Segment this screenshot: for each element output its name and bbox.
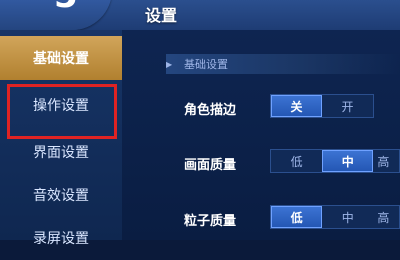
option-low[interactable]: 低 [271, 150, 323, 172]
highlight-box [7, 84, 117, 139]
option-low[interactable]: 低 [271, 206, 323, 228]
back-button[interactable]: 5 [0, 0, 112, 30]
sidebar-item-label: 界面设置 [33, 145, 89, 161]
option-off[interactable]: 关 [271, 95, 323, 117]
top-bar: 5 设置 [0, 0, 400, 30]
sidebar-item-label: 基础设置 [33, 51, 89, 67]
toggle-outline: 关 开 [270, 94, 374, 118]
selector-graphics-quality: 低 中 高 [270, 149, 400, 173]
section-title: 基础设置 [184, 58, 228, 71]
page-title: 设置 [145, 6, 178, 25]
sidebar-item-basic-settings[interactable]: 基础设置 [0, 36, 122, 80]
sidebar-item-label: 录屏设置 [33, 231, 89, 247]
section-marker-icon: ▶ [166, 60, 173, 69]
setting-label-graphics-quality: 画面质量 [184, 158, 237, 173]
option-medium[interactable]: 中 [322, 150, 374, 172]
option-medium[interactable]: 中 [322, 206, 374, 228]
sidebar-item-recording-settings[interactable]: 录屏设置 [0, 216, 122, 260]
selector-particle-quality: 低 中 高 [270, 205, 400, 229]
sidebar-item-label: 音效设置 [33, 188, 89, 204]
back-icon: 5 [54, 0, 78, 16]
setting-label-outline: 角色描边 [184, 103, 237, 118]
section-header: 基础设置 [166, 54, 400, 74]
settings-panel: 基础设置 ▶ 角色描边 关 开 画面质量 低 中 高 粒子质量 低 中 高 [122, 30, 400, 240]
option-high[interactable]: 高 [373, 206, 399, 228]
option-high[interactable]: 高 [373, 150, 399, 172]
option-on[interactable]: 开 [322, 95, 373, 117]
setting-label-particle-quality: 粒子质量 [184, 214, 237, 229]
sidebar-item-sound-settings[interactable]: 音效设置 [0, 173, 122, 217]
